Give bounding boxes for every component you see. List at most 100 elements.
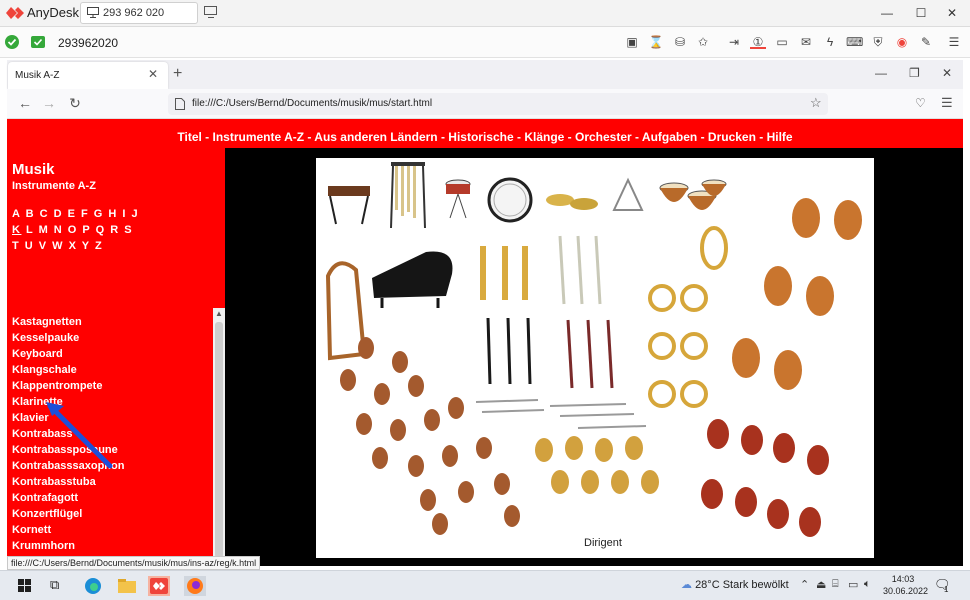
clock-time[interactable]: 14:03 — [883, 574, 923, 584]
list-item[interactable]: Kesselpauke — [12, 330, 212, 346]
file-explorer-icon[interactable] — [116, 576, 138, 596]
bookmark-star-icon[interactable]: ☆ — [810, 95, 822, 111]
file-transfer-icon[interactable]: ⇥ — [726, 35, 742, 49]
connected-check-icon — [5, 35, 19, 49]
browser-tab-title: Musik A-Z — [15, 70, 60, 81]
windows-start-icon[interactable] — [14, 576, 36, 596]
list-item[interactable]: Keyboard — [12, 346, 212, 362]
violin-icon — [340, 337, 520, 535]
french-horn-icon — [648, 226, 728, 408]
clock-date[interactable]: 30.06.2022 — [883, 586, 928, 596]
remote-id: 293962020 — [58, 36, 119, 50]
browser-menu-icon[interactable]: ☰ — [941, 95, 953, 111]
task-view-icon[interactable]: ⧉ — [50, 577, 59, 593]
forward-button[interactable]: → — [39, 95, 59, 111]
firefox-icon[interactable] — [184, 576, 206, 596]
tray-chevron-up-icon[interactable]: ⌃ — [800, 578, 809, 591]
browser-window: Musik A-Z ✕ + — ❐ ✕ ← → ↻ file:///C:/Use… — [7, 60, 963, 566]
browser-minimize-button[interactable]: — — [875, 66, 887, 80]
screenshot-icon[interactable]: ▣ — [624, 35, 640, 49]
volume-icon[interactable]: 🔈︎ — [864, 578, 871, 591]
anydesk-maximize-button[interactable]: ☐ — [906, 4, 936, 22]
monitor-select-icon[interactable]: ① — [750, 35, 766, 49]
list-item[interactable]: Klappentrompete — [12, 378, 212, 394]
address-bar[interactable]: file:///C:/Users/Bernd/Documents/musik/m… — [168, 93, 828, 115]
list-item[interactable]: Kontrafagott — [12, 490, 212, 506]
actions-lightning-icon[interactable]: ϟ — [822, 35, 838, 49]
notification-count: 1 — [944, 585, 949, 594]
snare-drum-icon — [445, 179, 471, 219]
weather-widget[interactable]: ☁ 28°C Stark bewölkt — [681, 578, 789, 591]
network-icon[interactable]: ⌸ — [832, 578, 839, 591]
keyboard-icon[interactable]: ⌨ — [846, 35, 863, 49]
anydesk-close-button[interactable]: ✕ — [937, 4, 967, 22]
browser-tab-musik[interactable]: Musik A-Z ✕ — [8, 62, 168, 89]
browser-close-button[interactable]: ✕ — [942, 66, 952, 80]
whiteboard-pen-icon[interactable]: ✎ — [918, 35, 934, 49]
trumpet-icon — [480, 246, 528, 300]
browser-tab-bar: Musik A-Z ✕ + — ❐ ✕ — [7, 60, 963, 89]
list-item[interactable]: Kastagnetten — [12, 314, 212, 330]
anydesk-logo-icon — [6, 7, 24, 19]
web-page: Titel - Instrumente A-Z - Aus anderen Lä… — [7, 119, 963, 566]
back-button[interactable]: ← — [15, 95, 35, 111]
usb-icon[interactable]: ⏏ — [816, 578, 826, 591]
alphabet-row[interactable]: T U V W X Y Z — [12, 240, 103, 252]
new-tab-button[interactable]: + — [173, 65, 182, 83]
scrollbar-thumb[interactable] — [215, 322, 223, 558]
record-icon[interactable]: ◉ — [894, 35, 910, 49]
database-icon[interactable]: ⛁ — [672, 35, 688, 49]
file-page-icon — [175, 98, 185, 110]
tubular-bells-icon — [390, 162, 426, 229]
new-session-icon[interactable] — [204, 6, 218, 19]
triangle-icon — [612, 177, 644, 211]
hourglass-icon[interactable]: ⌛ — [648, 35, 664, 49]
list-item[interactable]: Krummhorn — [12, 538, 212, 554]
anydesk-app-name: AnyDesk — [27, 5, 80, 20]
harp-icon — [325, 261, 367, 361]
list-item[interactable]: Kornett — [12, 522, 212, 538]
alphabet-row[interactable]: A B C D E F G H I J — [12, 208, 139, 220]
tab-close-icon[interactable]: ✕ — [148, 67, 158, 81]
display-icon[interactable]: ▭ — [774, 35, 790, 49]
scroll-up-icon[interactable]: ▲ — [213, 308, 225, 320]
anydesk-title-bar: AnyDesk 293 962 020 — ☐ ✕ — [0, 0, 970, 27]
link-status-url: file:///C:/Users/Bernd/Documents/musik/m… — [7, 556, 261, 570]
top-navigation: Titel - Instrumente A-Z - Aus anderen Lä… — [7, 119, 963, 148]
alphabet-row-rest[interactable]: L M N O P Q R S — [21, 224, 133, 236]
grand-piano-icon — [372, 251, 453, 308]
anydesk-toolbar: 293962020 ▣ ⌛ ⛁ ✩ ⇥ ① ▭ ✉ ϟ ⌨ ⛨ ◉ ✎ ☰ — [0, 27, 970, 58]
cymbals-icon — [546, 194, 598, 210]
favorite-icon[interactable]: ✩ — [695, 35, 711, 49]
edge-browser-icon[interactable] — [82, 576, 104, 596]
secure-session-icon — [31, 36, 45, 48]
windows-taskbar: ⧉ ☁ 28°C Stark bewölkt ⌃ ⏏ ⌸ ▭ 🔈︎ 14:03 … — [0, 570, 970, 600]
anydesk-minimize-button[interactable]: — — [872, 4, 902, 22]
viola-icon — [535, 436, 659, 494]
chat-icon[interactable]: ✉ — [798, 35, 814, 49]
reload-button[interactable]: ↻ — [65, 95, 85, 112]
browser-restore-button[interactable]: ❐ — [909, 66, 920, 80]
list-item[interactable]: Konzertflügel — [12, 506, 212, 522]
flute-icon — [475, 399, 647, 429]
permissions-shield-icon[interactable]: ⛨ — [870, 35, 886, 49]
menu-icon[interactable]: ☰ — [946, 35, 962, 49]
double-bass-icon — [732, 198, 862, 390]
battery-icon[interactable]: ▭ — [848, 578, 858, 591]
oboe-icon — [566, 319, 614, 389]
sidebar-subtitle: Instrumente A-Z — [12, 180, 96, 192]
anydesk-tab-address: 293 962 020 — [103, 7, 165, 19]
top-navigation-links[interactable]: Titel - Instrumente A-Z - Aus anderen Lä… — [7, 130, 963, 144]
timpani-icon — [659, 179, 727, 210]
remote-cursor-icon — [46, 402, 113, 469]
trombone-icon — [558, 235, 602, 305]
list-item[interactable]: Klangschale — [12, 362, 212, 378]
pocket-icon[interactable]: ♡ — [915, 96, 926, 110]
alphabet-row[interactable]: K L M N O P Q R S — [12, 224, 133, 236]
anydesk-session-tab[interactable]: 293 962 020 — [80, 2, 198, 24]
list-item[interactable]: Kontrabasstuba — [12, 474, 212, 490]
cloud-icon: ☁ — [681, 579, 692, 591]
anydesk-taskbar-icon[interactable] — [148, 576, 170, 596]
clarinet-icon — [486, 317, 532, 385]
sidebar: Musik Instrumente A-Z A B C D E F G H I … — [7, 148, 225, 566]
